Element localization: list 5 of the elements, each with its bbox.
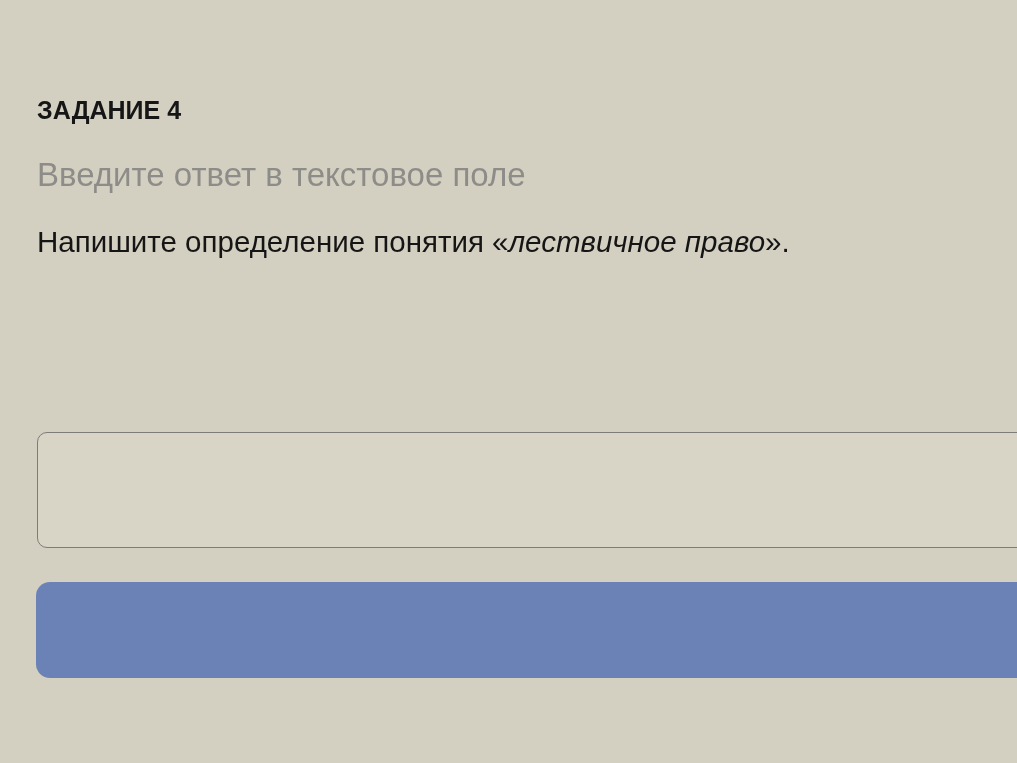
task-instruction: Введите ответ в текстовое поле [37, 155, 526, 195]
answer-field[interactable] [37, 432, 1017, 548]
task-title: ЗАДАНИЕ 4 [37, 95, 182, 125]
task-question: Напишите определение понятия «лествичное право». [37, 224, 790, 260]
action-button[interactable] [36, 582, 1017, 678]
